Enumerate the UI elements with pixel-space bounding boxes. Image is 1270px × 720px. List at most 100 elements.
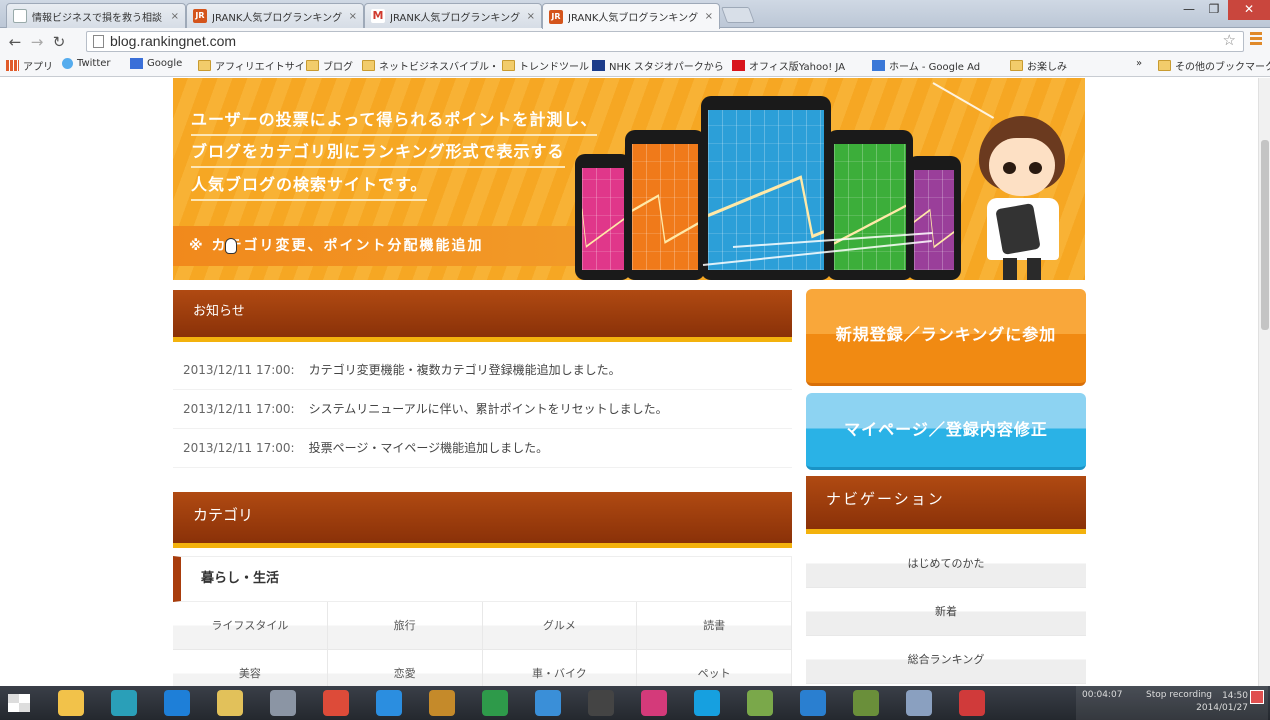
navigation-list: はじめてのかた 新着 総合ランキング [806,540,1086,684]
mascot-eye [1003,162,1016,174]
close-window-icon[interactable]: ✕ [1228,0,1270,20]
forward-arrow-icon[interactable]: → [26,33,48,51]
category-link[interactable]: 美容 [173,650,328,686]
browser-toolbar: ← → ↻ blog.rankingnet.com ☆ [0,28,1270,55]
nav-item-overall-ranking[interactable]: 総合ランキング [806,636,1086,684]
windows-start-icon[interactable] [8,694,30,712]
screen-chart-graphic [582,208,624,248]
app-wave-taskbar-icon[interactable] [535,690,561,716]
category-link[interactable]: グルメ [482,602,638,650]
folder-icon [1158,60,1171,71]
bookmark-label: Twitter [77,58,111,69]
navigation-heading: ナビゲーション [806,476,1086,534]
tab-1[interactable]: 情報ビジネスで損を救う相談 × [6,3,186,28]
bookmark-google-ads[interactable]: ホーム - Google Ad [872,58,980,73]
list-item[interactable]: 2013/12/11 17:00: システムリニューアルに伴い、累計ポイントをリセ… [173,390,792,429]
bookmarks-overflow-icon[interactable]: » [1136,58,1142,69]
address-bar[interactable]: blog.rankingnet.com [86,31,1244,52]
list-item[interactable]: 2013/12/11 17:00: 投票ページ・マイページ機能追加しました。 [173,429,792,468]
bookmark-google[interactable]: Google [130,58,182,69]
folder-icon [198,60,211,71]
notices-heading: お知らせ [173,290,792,342]
notice-date: 2013/12/11 17:00: [183,363,295,377]
notice-text: 投票ページ・マイページ機能追加しました。 [308,441,549,455]
notices-list: 2013/12/11 17:00: カテゴリ変更機能・複数カテゴリ登録機能追加しま… [173,351,792,468]
menu-icon[interactable] [1250,32,1262,46]
mypage-button[interactable]: マイページ／登録内容修正 [806,393,1086,470]
bookmark-trendtool[interactable]: トレンドツール [502,58,589,73]
close-tab-icon[interactable]: × [349,11,357,22]
bookmark-star-icon[interactable]: ☆ [1223,31,1236,49]
gmail-favicon-icon: M [371,9,385,23]
chrome-taskbar-icon[interactable] [323,690,349,716]
tab-4-active[interactable]: JR JRANK人気ブログランキング × [542,3,720,29]
close-tab-icon[interactable]: × [527,11,535,22]
app-colors-taskbar-icon[interactable] [429,690,455,716]
phone-2 [625,130,705,280]
tab-2[interactable]: JR JRANK人気ブログランキング × [186,3,364,28]
jrank-favicon-icon: JR [193,9,207,23]
category-link[interactable]: 車・バイク [482,650,638,686]
bookmark-netbiz[interactable]: ネットビジネスバイブル・ [362,58,499,73]
screen-chart-line [708,175,824,239]
bookmark-label: お楽しみ [1027,62,1067,73]
app-pink-taskbar-icon[interactable] [641,690,667,716]
document-icon [13,9,27,23]
phone-5 [907,156,961,280]
app-pad-taskbar-icon[interactable] [906,690,932,716]
mascot-character [973,114,1083,280]
clock-date: 2014/01/27 [1196,703,1248,713]
back-arrow-icon[interactable]: ← [4,33,26,51]
bookmark-yahoo[interactable]: オフィス版Yahoo! JA [732,58,845,73]
page-viewport: ユーザーの投票によって得られるポイントを計測し、 ブログをカテゴリ別にランキング… [0,78,1258,686]
scrollbar-thumb[interactable] [1261,140,1269,330]
ie-taskbar-icon[interactable] [376,690,402,716]
app-red-taskbar-icon[interactable] [959,690,985,716]
category-link[interactable]: ペット [637,650,792,686]
minimize-icon[interactable]: — [1176,0,1202,20]
category-link[interactable]: 恋愛 [327,650,483,686]
bookmark-other[interactable]: その他のブックマーク [1158,58,1270,73]
ie-blue-taskbar-icon[interactable] [164,690,190,716]
bookmark-twitter[interactable]: Twitter [62,58,111,69]
overflow-chevron: » [1136,58,1143,69]
apps-icon [6,60,19,71]
bookmark-nhk[interactable]: NHK スタジオパークから [592,58,724,73]
notice-text: システムリニューアルに伴い、累計ポイントをリセットしました。 [308,402,668,416]
app-cross-taskbar-icon[interactable] [853,690,879,716]
list-item[interactable]: 2013/12/11 17:00: カテゴリ変更機能・複数カテゴリ登録機能追加しま… [173,351,792,390]
explorer-taskbar-icon[interactable] [58,690,84,716]
app-tools-taskbar-icon[interactable] [747,690,773,716]
category-link[interactable]: ライフスタイル [173,602,328,650]
register-button[interactable]: 新規登録／ランキングに参加 [806,289,1086,386]
tab-3[interactable]: M JRANK人気ブログランキング × [364,3,542,28]
nav-item-new[interactable]: 新着 [806,588,1086,636]
nav-item-beginners[interactable]: はじめてのかた [806,540,1086,588]
j-app-taskbar-icon[interactable] [270,690,296,716]
app-earth-taskbar-icon[interactable] [800,690,826,716]
bookmark-label: Google [147,58,183,69]
bookmark-blog[interactable]: ブログ [306,58,353,73]
skype-taskbar-icon[interactable] [694,690,720,716]
notice-date: 2013/12/11 17:00: [183,402,295,416]
phone-screen [914,170,954,270]
bookmark-affiliate[interactable]: アフィリエイトサイト [198,58,315,73]
new-tab-button[interactable] [721,7,755,23]
app-green-taskbar-icon[interactable] [482,690,508,716]
bookmark-apps[interactable]: アプリ [6,58,53,73]
google-ads-icon [872,60,885,71]
bookmark-fun[interactable]: お楽しみ [1010,58,1067,73]
app-film-taskbar-icon[interactable] [588,690,614,716]
note-taskbar-icon[interactable] [217,690,243,716]
bookmark-label: アプリ [23,62,53,73]
clock-time: 14:50 [1222,691,1248,701]
vertical-scrollbar[interactable] [1258,78,1270,686]
restore-icon[interactable]: ❐ [1202,0,1226,20]
close-tab-icon[interactable]: × [705,11,713,22]
recorder-icon[interactable] [1250,690,1264,704]
close-tab-icon[interactable]: × [171,11,179,22]
category-link[interactable]: 旅行 [327,602,483,650]
reload-icon[interactable]: ↻ [48,33,70,51]
app-taskbar-icon[interactable] [111,690,137,716]
category-link[interactable]: 読書 [637,602,792,650]
